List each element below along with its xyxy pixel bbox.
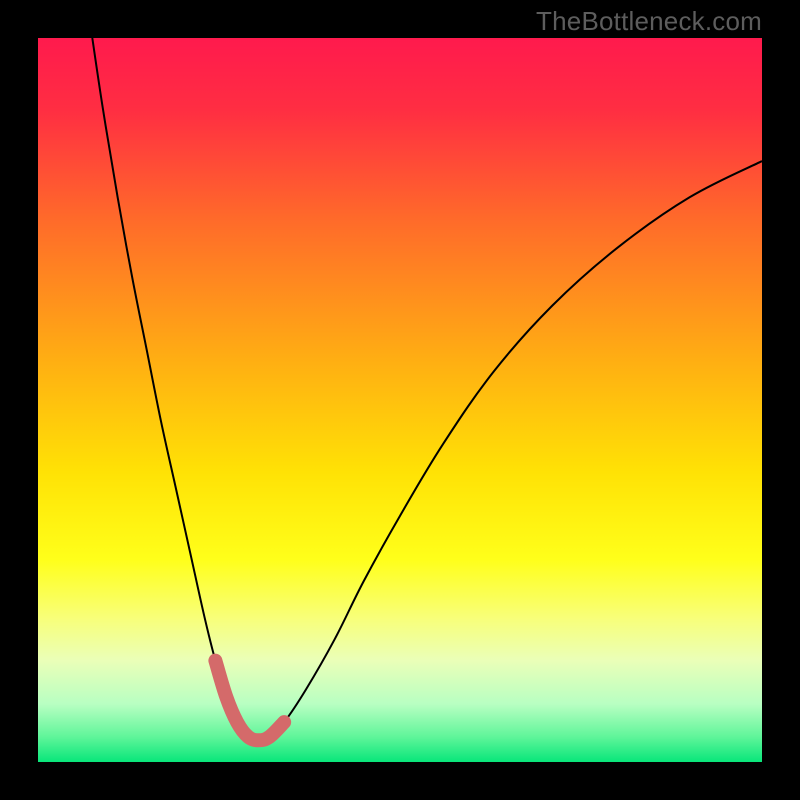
gradient-background bbox=[38, 38, 762, 762]
watermark-text: TheBottleneck.com bbox=[536, 6, 762, 37]
chart-frame: TheBottleneck.com bbox=[0, 0, 800, 800]
chart-canvas bbox=[38, 38, 762, 762]
plot-area bbox=[38, 38, 762, 762]
